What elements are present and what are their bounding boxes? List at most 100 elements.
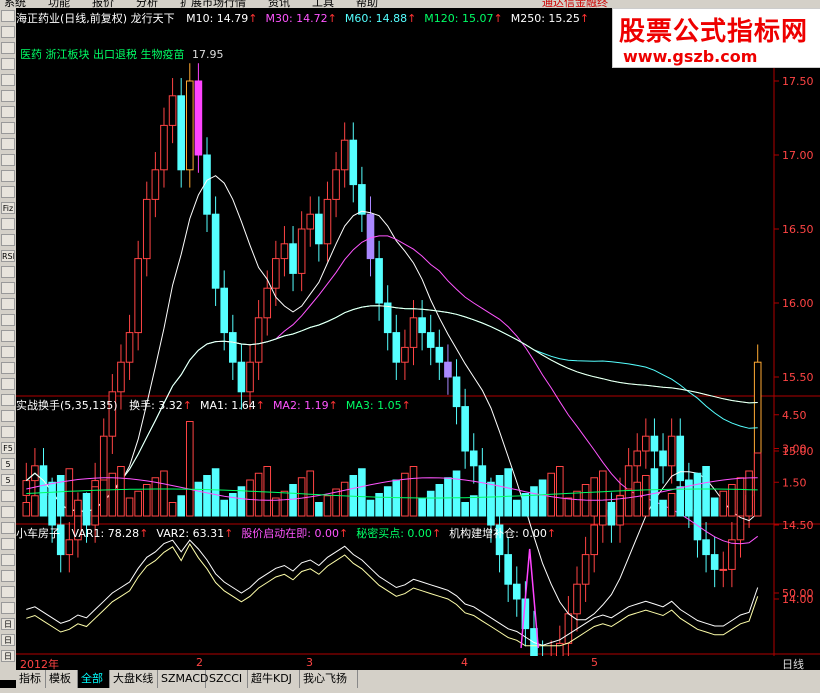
indicator-value: M30: 14.72 xyxy=(265,12,328,25)
tab-1[interactable]: 模板 xyxy=(46,670,78,688)
chart-canvas[interactable]: 17.5017.0016.5016.0015.5015.0014.5014.00… xyxy=(16,8,820,656)
chart-area[interactable]: 17.50 17.00 16.50 16.00 15.50 15.00 14.50 14.00… xyxy=(16,8,820,656)
volume-bar xyxy=(650,468,659,517)
volume-bar xyxy=(444,477,452,517)
candle xyxy=(254,317,263,363)
candle xyxy=(719,568,728,571)
toolbar-button[interactable] xyxy=(1,282,15,294)
tab-6[interactable]: 超牛KDJ xyxy=(248,670,300,688)
candle xyxy=(383,302,392,334)
toolbar-button[interactable] xyxy=(1,122,15,134)
volume-bar xyxy=(48,481,56,517)
toolbar-button[interactable] xyxy=(1,90,15,102)
toolbar-button[interactable] xyxy=(1,266,15,278)
toolbar-button[interactable] xyxy=(1,506,15,518)
candle xyxy=(426,332,435,348)
tab-4[interactable]: SZMACD xyxy=(158,670,209,688)
candle xyxy=(168,95,177,126)
toolbar-button[interactable] xyxy=(1,426,15,438)
volume-bar xyxy=(667,493,676,517)
candle xyxy=(65,539,74,556)
toolbar-button[interactable] xyxy=(1,554,15,566)
menu-item[interactable]: 报价 xyxy=(92,0,114,8)
candle xyxy=(590,524,599,556)
candle xyxy=(117,361,125,393)
arrow-icon: ↑ xyxy=(546,527,557,540)
toolbar-button[interactable]: 日 xyxy=(1,650,15,662)
toolbar-button[interactable] xyxy=(1,58,15,70)
toolbar-button[interactable]: Fiz xyxy=(1,202,15,214)
candle xyxy=(435,346,444,363)
toolbar-button[interactable] xyxy=(1,10,15,22)
indicator-value: 秘密买点: 0.00 xyxy=(356,527,432,540)
toolbar-button[interactable] xyxy=(1,602,15,614)
tab-5[interactable]: SZCCI xyxy=(206,670,248,688)
candle xyxy=(246,361,254,393)
volume-bar xyxy=(91,486,99,517)
candle xyxy=(297,228,306,274)
menu-item[interactable]: 工具 xyxy=(312,0,334,8)
tab-3[interactable]: 大盘K线 xyxy=(110,670,158,688)
toolbar-button[interactable] xyxy=(1,218,15,230)
arrow-icon: ↑ xyxy=(248,12,258,25)
toolbar-button[interactable] xyxy=(1,362,15,374)
candle xyxy=(125,332,134,363)
toolbar-button[interactable] xyxy=(1,538,15,550)
candle xyxy=(444,361,452,378)
candle xyxy=(573,583,581,615)
toolbar-button[interactable] xyxy=(1,154,15,166)
arrow-icon: ↑ xyxy=(327,12,337,25)
volume-bar xyxy=(125,497,134,517)
menu-item[interactable]: 资讯 xyxy=(268,0,290,8)
volume-bar xyxy=(409,466,418,517)
tab-2[interactable]: 全部 xyxy=(78,670,110,688)
y-tick-label: 16.00 xyxy=(782,297,814,310)
toolbar-button[interactable] xyxy=(1,298,15,310)
toolbar-button[interactable]: 日 xyxy=(1,618,15,630)
toolbar-button[interactable] xyxy=(1,138,15,150)
volume-bar xyxy=(504,468,512,517)
toolbar-button[interactable] xyxy=(1,378,15,390)
toolbar-button[interactable]: RSI xyxy=(1,250,15,262)
candle xyxy=(659,450,667,467)
volume-bar xyxy=(108,472,117,517)
tab-7[interactable]: 我心飞扬 xyxy=(300,670,358,688)
menu-item[interactable]: 功能 xyxy=(48,0,70,8)
toolbar-button[interactable] xyxy=(1,314,15,326)
menu-item[interactable]: 扩展市场行情 xyxy=(180,0,246,8)
volume-bar xyxy=(599,470,607,517)
toolbar-button[interactable] xyxy=(1,394,15,406)
toolbar-button[interactable] xyxy=(1,490,15,502)
tab-0[interactable]: 指标 xyxy=(16,670,46,688)
toolbar-button[interactable]: 日 xyxy=(1,634,15,646)
volume-bar xyxy=(280,490,289,517)
toolbar-button[interactable] xyxy=(1,26,15,38)
volume-bar xyxy=(710,497,719,517)
toolbar-button[interactable] xyxy=(1,522,15,534)
toolbar-button[interactable] xyxy=(1,586,15,598)
toolbar-button[interactable] xyxy=(1,42,15,54)
toolbar-button[interactable] xyxy=(1,186,15,198)
volume-bar xyxy=(452,470,461,517)
candle xyxy=(650,435,659,452)
toolbar-button[interactable] xyxy=(1,410,15,422)
toolbar-button[interactable]: 5 xyxy=(1,458,15,470)
logo-title: 股票公式指标网 xyxy=(619,17,809,47)
toolbar-button[interactable] xyxy=(1,170,15,182)
menu-item[interactable]: 分析 xyxy=(136,0,158,8)
toolbar-button[interactable] xyxy=(1,106,15,118)
toolbar-button[interactable] xyxy=(1,570,15,582)
volume-bar xyxy=(478,488,487,517)
volume-bar xyxy=(512,499,521,517)
toolbar-button[interactable] xyxy=(1,330,15,342)
arrow-icon: ↑ xyxy=(401,399,411,412)
volume-bar xyxy=(564,497,573,517)
arrow-icon: ↑ xyxy=(255,399,265,412)
menu-item[interactable]: 系统 xyxy=(4,0,26,8)
toolbar-button[interactable]: 5 xyxy=(1,474,15,486)
toolbar-button[interactable] xyxy=(1,74,15,86)
toolbar-button[interactable] xyxy=(1,346,15,358)
toolbar-button[interactable]: F5 xyxy=(1,442,15,454)
toolbar-button[interactable] xyxy=(1,234,15,246)
menu-item[interactable]: 帮助 xyxy=(356,0,378,8)
